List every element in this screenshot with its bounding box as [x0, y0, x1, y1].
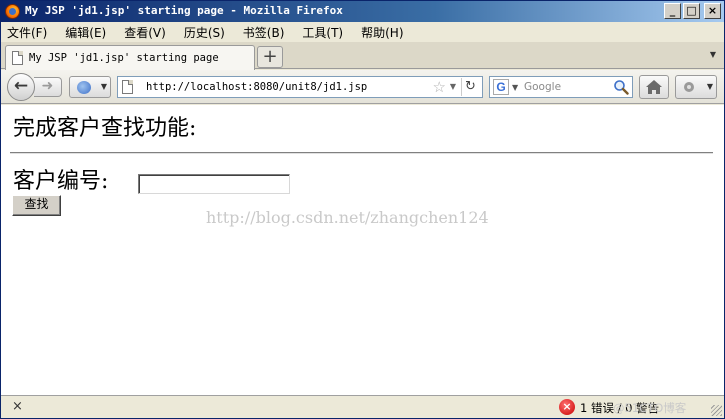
- window-controls: _ □ ×: [664, 3, 721, 19]
- url-input[interactable]: [146, 79, 416, 95]
- menu-bar: 文件(F) 编辑(E) 查看(V) 历史(S) 书签(B) 工具(T) 帮助(H…: [1, 22, 724, 42]
- addon-button[interactable]: ▼: [675, 75, 717, 99]
- window-title: My JSP 'jd1.jsp' starting page - Mozilla…: [25, 4, 343, 17]
- site-identity-icon[interactable]: [122, 80, 133, 94]
- home-icon: [646, 80, 662, 94]
- chevron-down-icon: ▼: [706, 82, 713, 91]
- resize-grip[interactable]: [711, 405, 722, 416]
- extension-icon: [77, 81, 91, 94]
- back-arrow-icon: ←: [13, 76, 29, 96]
- find-button[interactable]: 查找: [12, 195, 61, 216]
- new-tab-button[interactable]: +: [257, 46, 283, 68]
- error-icon[interactable]: ×: [559, 399, 575, 415]
- page-content: 完成客户查找功能: 客户编号: 查找 http://blog.csdn.net/…: [1, 105, 724, 395]
- search-input[interactable]: [524, 79, 608, 95]
- menu-file[interactable]: 文件(F): [7, 24, 47, 41]
- reload-button[interactable]: ↻: [461, 78, 479, 96]
- title-bar: My JSP 'jd1.jsp' starting page - Mozilla…: [1, 1, 724, 22]
- menu-edit[interactable]: 编辑(E): [65, 24, 106, 41]
- back-button[interactable]: ←: [7, 73, 35, 101]
- blog-watermark: http://blog.csdn.net/zhangchen124: [206, 208, 489, 227]
- close-button[interactable]: ×: [704, 3, 721, 19]
- magnifier-icon[interactable]: [613, 79, 629, 95]
- menu-help[interactable]: 帮助(H): [361, 24, 403, 41]
- tab-current-page[interactable]: My JSP 'jd1.jsp' starting page: [5, 45, 255, 70]
- page-icon: [12, 51, 23, 65]
- maximize-button[interactable]: □: [683, 3, 700, 19]
- tab-label: My JSP 'jd1.jsp' starting page: [29, 52, 219, 64]
- tab-list-dropdown[interactable]: ▼: [710, 50, 716, 59]
- search-engine-dropdown[interactable]: ▼: [512, 83, 518, 92]
- status-bar: × × 1 错误 / 0 警告 @51CTO博客: [1, 395, 724, 418]
- browser-window: My JSP 'jd1.jsp' starting page - Mozilla…: [0, 0, 725, 419]
- home-button[interactable]: [639, 75, 669, 99]
- navigation-toolbar: ➜ ← ▼ ☆ ▼ ↻ G ▼: [1, 70, 724, 104]
- close-icon[interactable]: ×: [12, 399, 23, 414]
- chevron-down-icon: ▼: [100, 82, 107, 91]
- google-icon[interactable]: G: [493, 79, 509, 95]
- page-heading: 完成客户查找功能:: [13, 116, 197, 141]
- reload-icon: ↻: [465, 79, 476, 94]
- forward-arrow-icon: ➜: [41, 78, 54, 94]
- back-forward-group: ➜ ←: [7, 73, 63, 101]
- minimize-button[interactable]: _: [664, 3, 681, 19]
- bookmark-star-icon[interactable]: ☆: [433, 78, 446, 96]
- extension-button[interactable]: ▼: [69, 76, 111, 98]
- menu-history[interactable]: 历史(S): [184, 24, 225, 41]
- site-watermark: @51CTO博客: [613, 401, 687, 415]
- forward-button[interactable]: ➜: [34, 77, 62, 97]
- address-bar[interactable]: ☆ ▼ ↻: [117, 76, 483, 98]
- firefox-logo-icon: [5, 4, 20, 19]
- menu-view[interactable]: 查看(V): [124, 24, 166, 41]
- search-bar[interactable]: G ▼: [489, 76, 633, 98]
- customer-id-label: 客户编号:: [13, 169, 109, 194]
- horizontal-rule: [10, 152, 713, 154]
- customer-id-input[interactable]: [138, 174, 290, 194]
- menu-bookmarks[interactable]: 书签(B): [243, 24, 285, 41]
- addon-icon: [684, 82, 694, 92]
- menu-tools[interactable]: 工具(T): [302, 24, 343, 41]
- url-history-dropdown[interactable]: ▼: [450, 82, 456, 91]
- tab-strip: My JSP 'jd1.jsp' starting page + ▼: [1, 42, 724, 70]
